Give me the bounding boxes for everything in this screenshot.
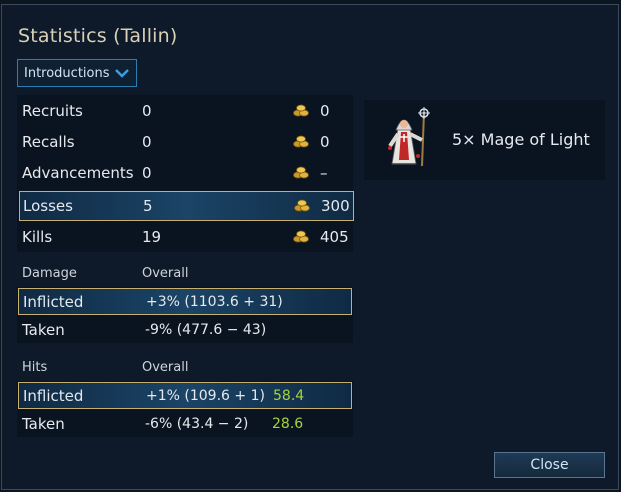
damage-header: Damage xyxy=(22,266,77,281)
damage-taken-row: Taken -9% (477.6 − 43) xyxy=(18,316,352,343)
hits-inflicted-label: Inflicted xyxy=(23,386,84,405)
stat-label: Advancements xyxy=(22,164,134,182)
dropdown-selected-label: Introductions xyxy=(24,65,110,81)
stat-gold: 405 xyxy=(320,228,349,246)
hits-taken-label: Taken xyxy=(22,414,65,433)
stat-gold: – xyxy=(320,164,328,182)
stat-value: 5 xyxy=(143,197,153,215)
stats-panel: Recruits 0 0 Recalls 0 0 Advancements 0 xyxy=(17,95,354,252)
gold-coins-icon xyxy=(293,166,309,179)
stats-mode-dropdown[interactable]: Introductions xyxy=(17,59,137,87)
stats-row-kills: Kills 19 405 xyxy=(17,222,353,252)
statistics-dialog: Statistics (Tallin) Introductions Recrui… xyxy=(1,4,619,490)
stat-value: 0 xyxy=(142,133,152,151)
stat-value: 19 xyxy=(142,228,162,246)
stats-row-losses[interactable]: Losses 5 300 xyxy=(19,191,354,221)
hits-inflicted-value: +1% (109.6 + 1) xyxy=(146,387,265,404)
stat-gold: 0 xyxy=(320,133,330,151)
gold-coins-icon xyxy=(293,135,309,148)
stat-label: Recruits xyxy=(22,102,83,120)
stat-gold: 300 xyxy=(321,197,350,215)
hits-taken-extra: 28.6 xyxy=(272,415,304,432)
close-button[interactable]: Close xyxy=(494,452,605,478)
stat-value: 0 xyxy=(142,164,152,182)
hits-overall-header: Overall xyxy=(142,360,189,375)
unit-list-panel: 5× Mage of Light xyxy=(364,100,605,180)
damage-overall-header: Overall xyxy=(142,266,189,281)
damage-taken-value: -9% (477.6 − 43) xyxy=(145,321,267,338)
stats-row-advancements: Advancements 0 – xyxy=(17,158,353,188)
damage-inflicted-label: Inflicted xyxy=(23,292,84,311)
gold-coins-icon xyxy=(294,199,310,212)
hits-taken-row: Taken -6% (43.4 − 2) 28.6 xyxy=(18,410,352,437)
damage-inflicted-row[interactable]: Inflicted +3% (1103.6 + 31) xyxy=(18,288,352,315)
gold-coins-icon xyxy=(293,104,309,117)
hits-taken-value: -6% (43.4 − 2) xyxy=(145,415,249,432)
stats-row-recalls: Recalls 0 0 xyxy=(17,127,353,157)
dialog-title: Statistics (Tallin) xyxy=(18,25,178,47)
stat-value: 0 xyxy=(142,102,152,120)
stat-label: Kills xyxy=(22,228,53,246)
unit-label: 5× Mage of Light xyxy=(452,130,590,149)
stat-label: Recalls xyxy=(22,133,75,151)
stat-gold: 0 xyxy=(320,102,330,120)
damage-taken-label: Taken xyxy=(22,320,65,339)
stats-row-recruits: Recruits 0 0 xyxy=(17,96,353,126)
damage-inflicted-value: +3% (1103.6 + 31) xyxy=(146,293,283,310)
hits-inflicted-row[interactable]: Inflicted +1% (109.6 + 1) 58.4 xyxy=(18,382,352,409)
hits-inflicted-extra: 58.4 xyxy=(273,387,305,404)
damage-panel: Inflicted +3% (1103.6 + 31) Taken -9% (4… xyxy=(17,287,353,343)
mage-of-light-icon xyxy=(388,107,430,167)
gold-coins-icon xyxy=(293,230,309,243)
stat-label: Losses xyxy=(23,197,73,215)
chevron-down-icon xyxy=(115,69,129,78)
hits-header: Hits xyxy=(22,360,48,375)
hits-panel: Inflicted +1% (109.6 + 1) 58.4 Taken -6%… xyxy=(17,381,353,437)
